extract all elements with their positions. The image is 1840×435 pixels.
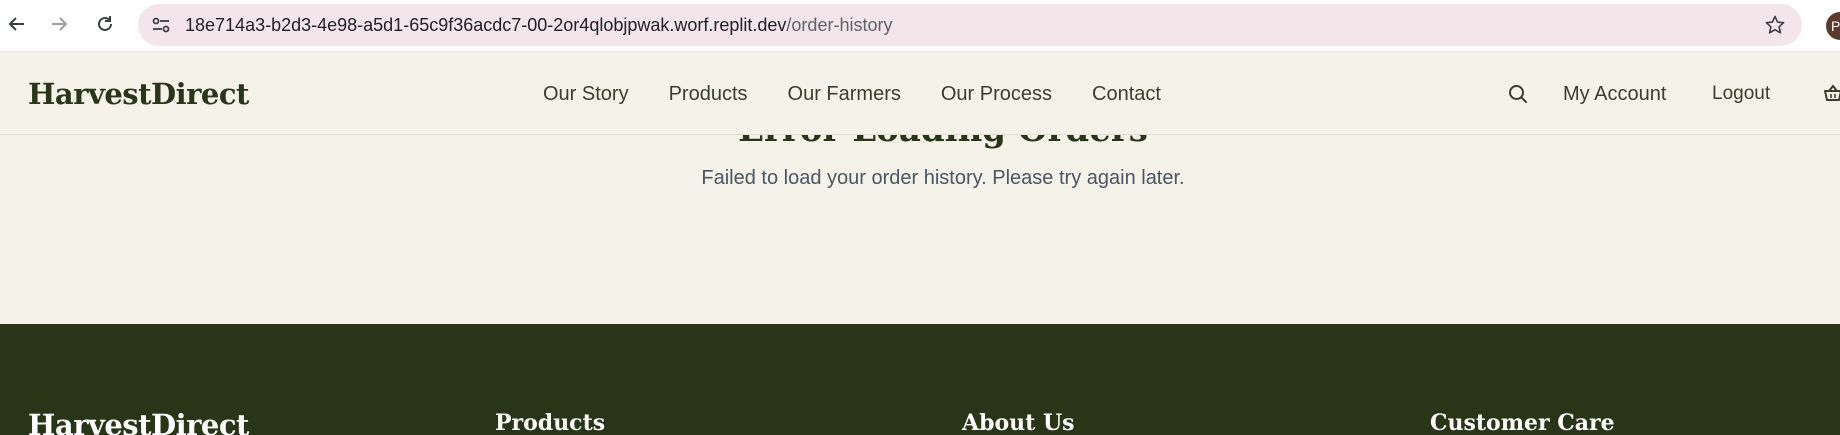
footer-heading-about-us: About Us	[962, 410, 1075, 435]
nav-products[interactable]: Products	[669, 83, 748, 106]
url-path: /order-history	[786, 15, 893, 35]
site-header: HarvestDirect Our Story Products Our Far…	[0, 53, 1840, 135]
site-info-icon[interactable]	[150, 14, 172, 36]
url-host: 18e714a3-b2d3-4e98-a5d1-65c9f36acdc7-00-…	[185, 15, 787, 35]
error-message: Failed to load your order history. Pleas…	[701, 167, 1185, 189]
cart-basket-icon[interactable]	[1822, 83, 1840, 105]
nav-our-process[interactable]: Our Process	[941, 83, 1052, 106]
search-icon[interactable]	[1506, 82, 1530, 106]
url-text: 18e714a3-b2d3-4e98-a5d1-65c9f36acdc7-00-…	[185, 4, 892, 46]
footer-heading-products: Products	[495, 410, 606, 435]
my-account-link[interactable]: My Account	[1563, 53, 1666, 135]
nav-contact[interactable]: Contact	[1092, 83, 1161, 106]
back-icon[interactable]	[4, 11, 30, 37]
footer-logo[interactable]: HarvestDirect	[28, 408, 249, 435]
site-logo[interactable]: HarvestDirect	[28, 53, 249, 135]
logout-button[interactable]: Logout	[1712, 53, 1770, 135]
nav-our-farmers[interactable]: Our Farmers	[788, 83, 901, 106]
address-bar[interactable]: 18e714a3-b2d3-4e98-a5d1-65c9f36acdc7-00-…	[138, 4, 1802, 46]
profile-avatar[interactable]: P	[1826, 12, 1840, 40]
site-footer: HarvestDirect Products About Us Customer…	[0, 324, 1840, 435]
browser-toolbar: 18e714a3-b2d3-4e98-a5d1-65c9f36acdc7-00-…	[0, 0, 1840, 52]
footer-heading-customer-care: Customer Care	[1430, 410, 1615, 435]
main-nav: Our Story Products Our Farmers Our Proce…	[543, 53, 1201, 135]
bookmark-star-icon[interactable]	[1764, 14, 1786, 36]
nav-our-story[interactable]: Our Story	[543, 83, 629, 106]
forward-icon[interactable]	[46, 11, 72, 37]
reload-icon[interactable]	[92, 11, 118, 37]
